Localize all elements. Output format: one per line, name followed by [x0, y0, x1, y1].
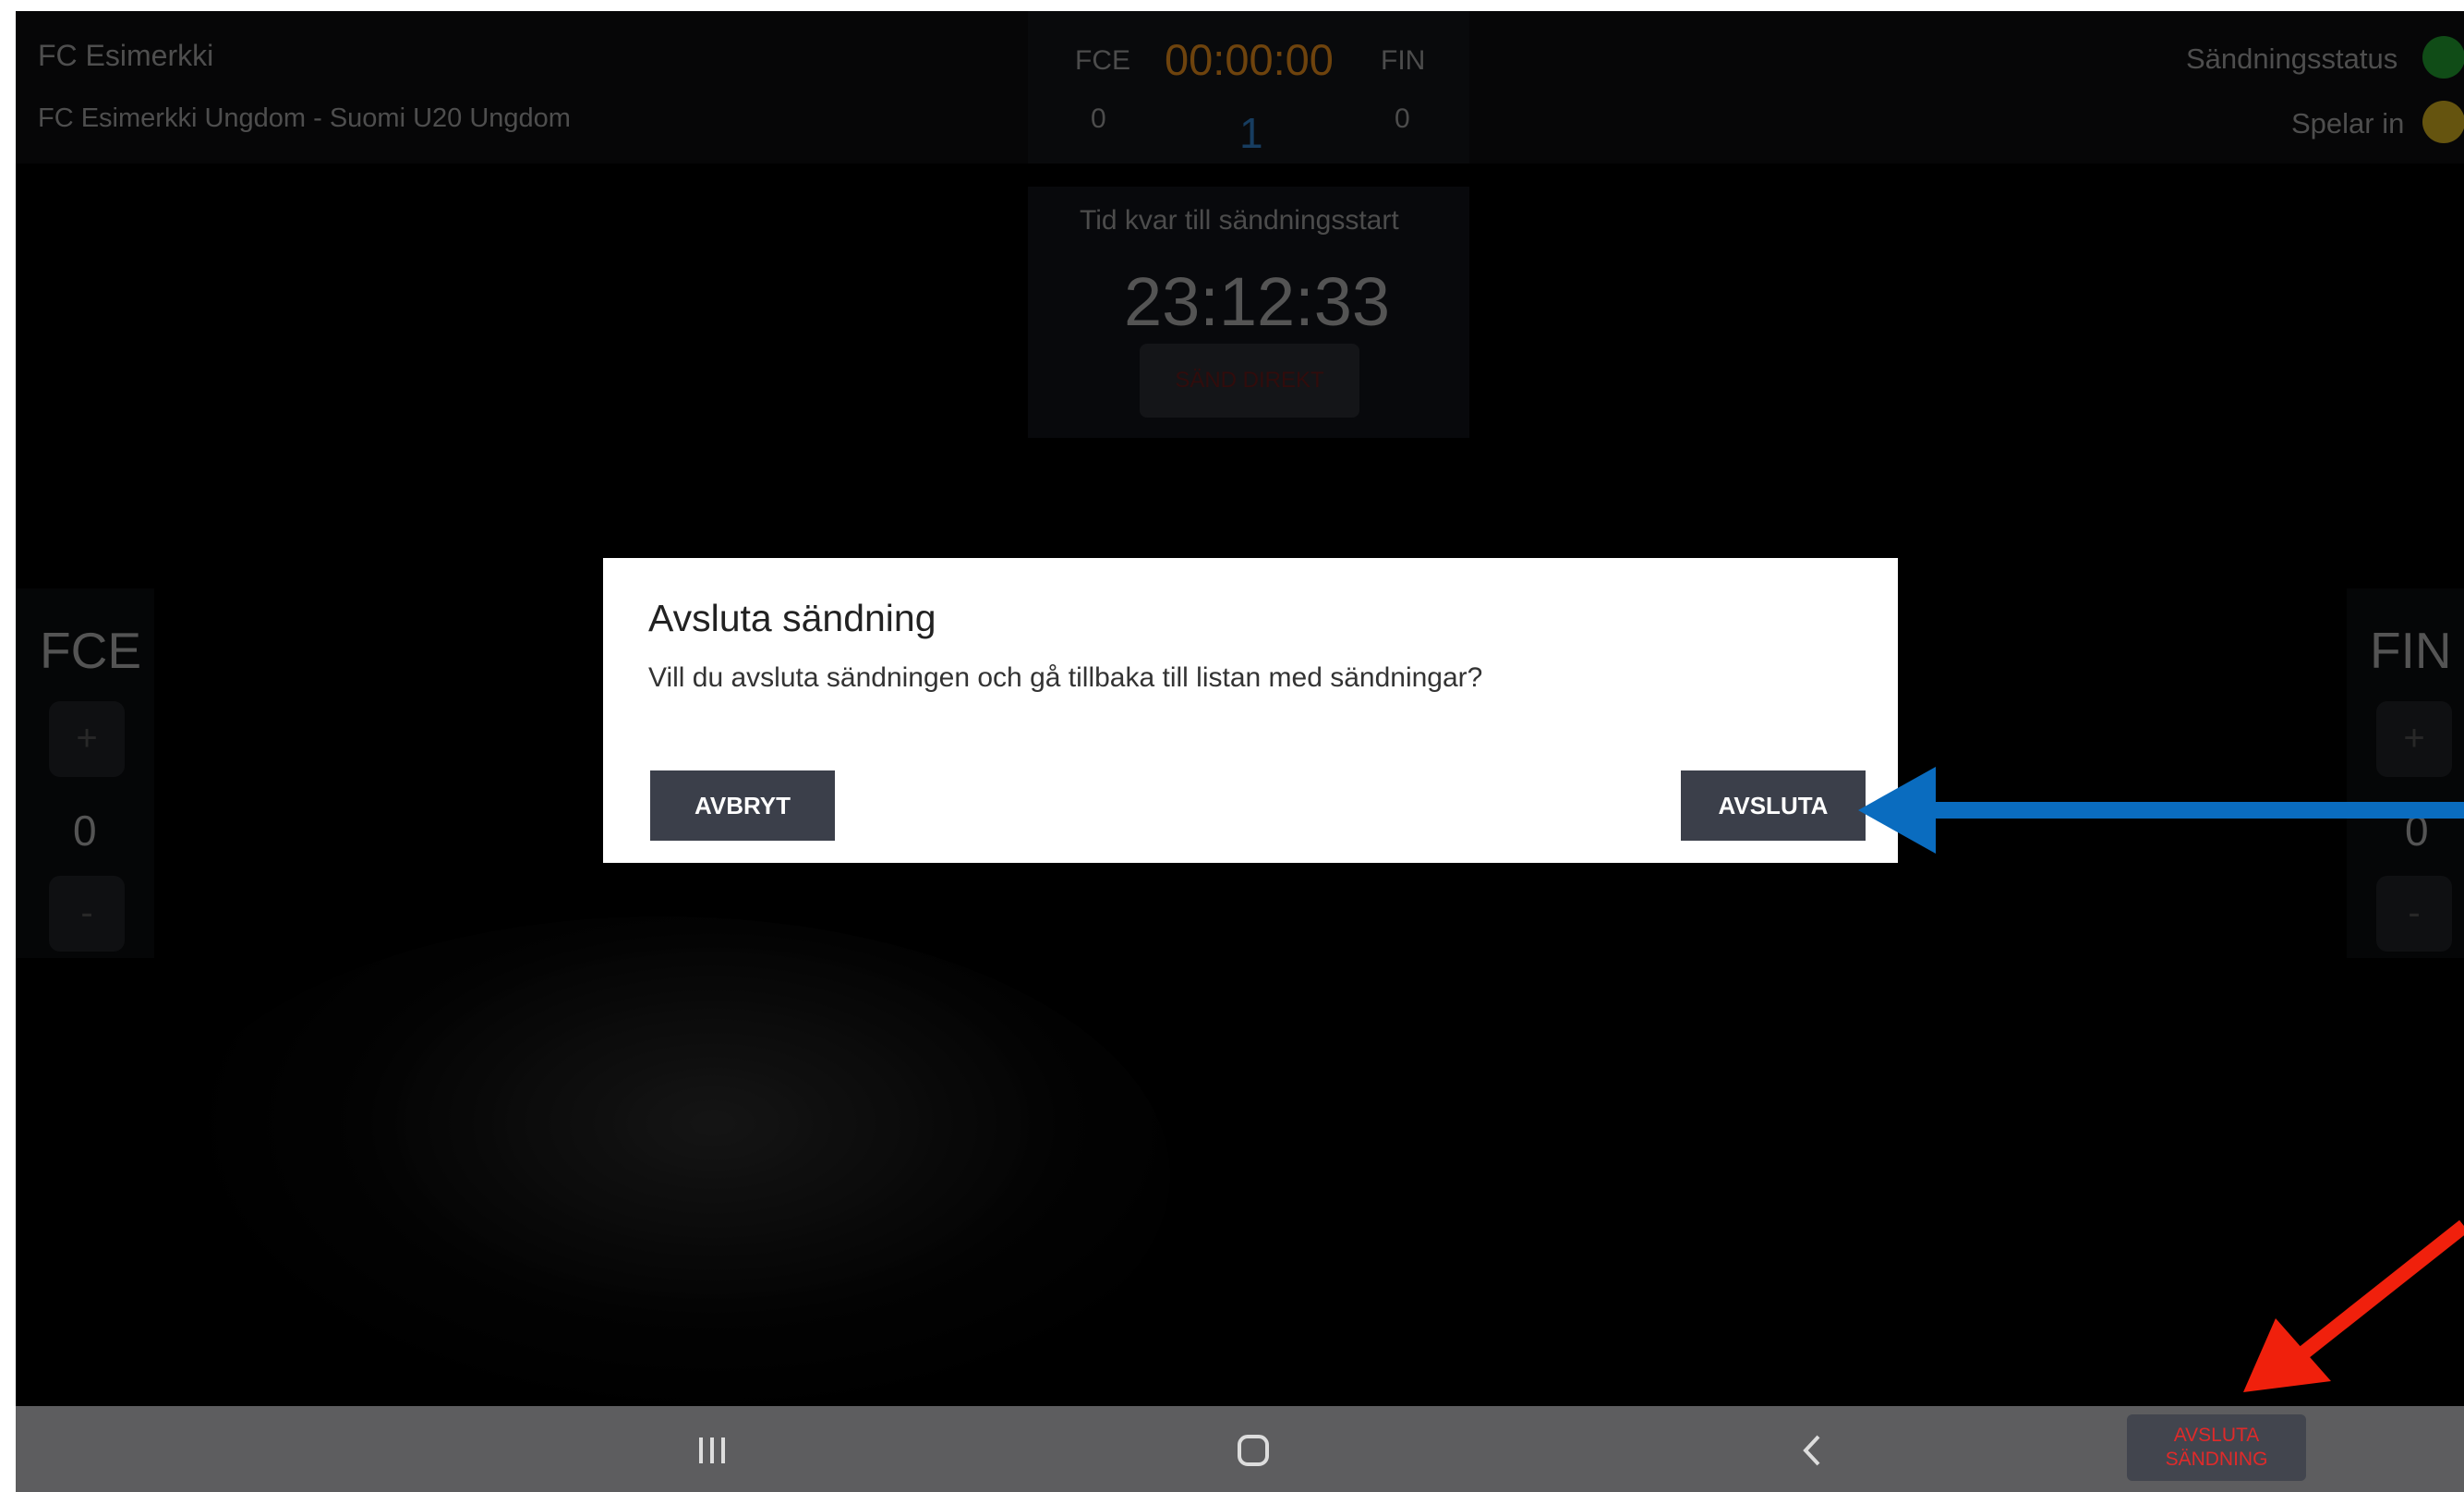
end-broadcast-dialog: Avsluta sändning Vill du avsluta sändnin… — [603, 558, 1898, 863]
red-annotation-arrow — [2243, 1219, 2464, 1392]
blue-annotation-arrow — [1858, 767, 2464, 854]
confirm-end-button[interactable]: AVSLUTA — [1681, 770, 1866, 841]
end-broadcast-line1: AVSLUTA — [2173, 1425, 2260, 1446]
dialog-title: Avsluta sändning — [648, 597, 936, 639]
cancel-button[interactable]: AVBRYT — [650, 770, 835, 841]
end-broadcast-button[interactable]: AVSLUTA SÄNDNING — [2127, 1414, 2306, 1481]
dialog-message: Vill du avsluta sändningen och gå tillba… — [648, 662, 1483, 693]
recents-icon[interactable] — [694, 1432, 731, 1469]
end-broadcast-line2: SÄNDNING — [2165, 1449, 2268, 1470]
back-icon[interactable] — [1794, 1432, 1831, 1469]
app-screen: FC Esimerkki FC Esimerkki Ungdom - Suomi… — [16, 11, 2464, 1492]
home-icon[interactable] — [1235, 1432, 1272, 1469]
